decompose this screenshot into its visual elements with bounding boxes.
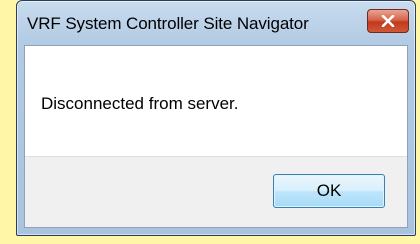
ok-button[interactable]: OK (273, 174, 385, 208)
message-dialog: VRF System Controller Site Navigator Dis… (16, 0, 416, 236)
window-title: VRF System Controller Site Navigator (27, 14, 309, 33)
dialog-content: Disconnected from server. OK (24, 45, 408, 228)
button-bar: OK (25, 156, 407, 227)
title-bar[interactable]: VRF System Controller Site Navigator (17, 1, 415, 47)
close-icon (381, 15, 395, 27)
dialog-message: Disconnected from server. (41, 94, 239, 113)
close-button[interactable] (367, 9, 409, 33)
